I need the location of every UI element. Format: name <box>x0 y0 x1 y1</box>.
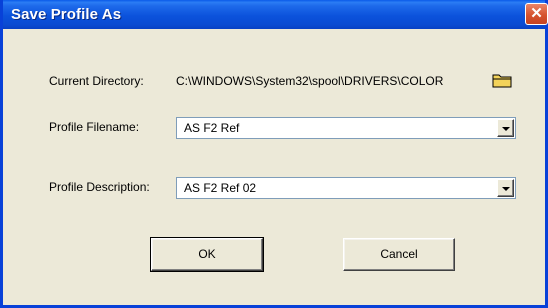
close-icon: ✕ <box>530 5 543 22</box>
save-profile-dialog: Save Profile As ✕ Current Directory: C:\… <box>0 0 548 308</box>
chevron-down-icon[interactable] <box>497 179 514 197</box>
dialog-title: Save Profile As <box>11 6 122 23</box>
profile-description-combo[interactable]: AS F2 Ref 02 <box>176 177 516 199</box>
cancel-button[interactable]: Cancel <box>343 238 455 271</box>
chevron-down-icon[interactable] <box>497 119 514 137</box>
current-directory-label: Current Directory: <box>49 74 144 88</box>
profile-description-value: AS F2 Ref 02 <box>184 181 257 195</box>
close-button[interactable]: ✕ <box>525 3 548 25</box>
profile-filename-combo[interactable]: AS F2 Ref <box>176 117 516 139</box>
profile-description-label: Profile Description: <box>49 180 150 194</box>
browse-folder-button[interactable] <box>491 71 513 89</box>
folder-icon <box>492 74 512 88</box>
current-directory-path: C:\WINDOWS\System32\spool\DRIVERS\COLOR <box>176 74 444 88</box>
profile-filename-value: AS F2 Ref <box>184 121 240 135</box>
title-bar[interactable]: Save Profile As ✕ <box>3 0 548 29</box>
ok-button[interactable]: OK <box>150 237 264 272</box>
profile-filename-label: Profile Filename: <box>49 120 140 134</box>
